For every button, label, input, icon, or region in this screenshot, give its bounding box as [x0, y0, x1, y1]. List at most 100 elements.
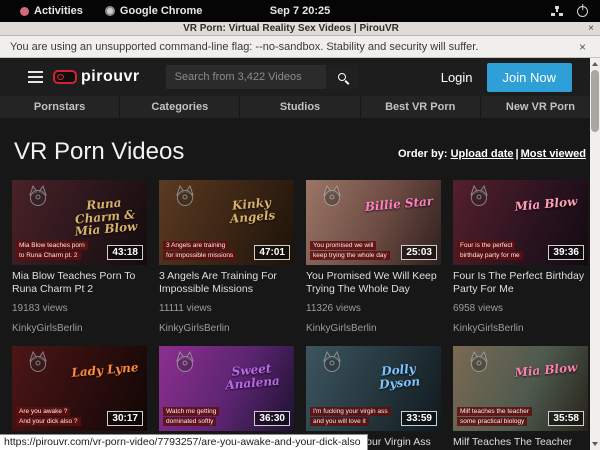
- nav-item-best-vr[interactable]: Best VR Porn: [361, 96, 481, 118]
- thumbnail-caption: You promised we will keep trying the who…: [310, 241, 390, 260]
- site-logo[interactable]: pirouvr: [53, 68, 140, 86]
- join-now-button[interactable]: Join Now: [487, 63, 572, 92]
- nav-item-categories[interactable]: Categories: [120, 96, 240, 118]
- studio-watermark-cat-mask-icon: [467, 184, 491, 208]
- video-card[interactable]: Mia Blow Four is the perfect birthday pa…: [453, 180, 588, 334]
- chrome-infobar: You are using an unsupported command-lin…: [0, 36, 600, 58]
- scroll-down-icon[interactable]: [590, 439, 600, 449]
- video-studio-link[interactable]: KinkyGirlsBerlin: [306, 323, 441, 334]
- studio-watermark-cat-mask-icon: [467, 350, 491, 374]
- order-by-label: Order by:: [398, 148, 448, 160]
- tab-title[interactable]: VR Porn: Virtual Reality Sex Videos | Pi…: [0, 23, 582, 34]
- thumbnail-overlay-title: Mia Blow: [508, 195, 585, 214]
- thumbnail-caption: Are you awake ? And your dick also ?: [16, 407, 81, 426]
- nav-item-pornstars[interactable]: Pornstars: [0, 96, 120, 118]
- video-thumbnail[interactable]: Runa Charm & Mia Blow Mia Blow teaches p…: [12, 180, 147, 265]
- thumbnail-caption: Watch me getting dominated softly: [163, 407, 219, 426]
- video-card[interactable]: Kinky Angels 3 Angels are training for i…: [159, 180, 294, 334]
- chrome-icon: [105, 6, 115, 16]
- search-input[interactable]: [166, 65, 326, 89]
- focused-app-label: Google Chrome: [120, 5, 203, 17]
- thumbnail-overlay-title: Lady Lyne: [67, 361, 144, 380]
- main-nav: Pornstars Categories Studios Best VR Por…: [0, 96, 600, 118]
- page-scrollbar[interactable]: [590, 58, 600, 450]
- video-grid: Runa Charm & Mia Blow Mia Blow teaches p…: [0, 166, 600, 450]
- power-icon[interactable]: [577, 6, 588, 17]
- thumbnail-caption: 3 Angels are training for impossible mis…: [163, 241, 236, 260]
- video-title-link[interactable]: Milf Teaches The Teacher Some Practical …: [453, 436, 588, 450]
- site-logo-text: pirouvr: [81, 68, 140, 86]
- duration-badge: 33:59: [401, 411, 437, 426]
- duration-badge: 25:03: [401, 245, 437, 260]
- video-thumbnail[interactable]: Dolly Dyson I'm fucking your virgin ass …: [306, 346, 441, 431]
- video-studio-link[interactable]: KinkyGirlsBerlin: [12, 323, 147, 334]
- video-card[interactable]: Runa Charm & Mia Blow Mia Blow teaches p…: [12, 180, 147, 334]
- search-icon: [338, 73, 346, 81]
- system-top-bar: Activities Google Chrome Sep 7 20:25: [0, 0, 600, 22]
- studio-watermark-cat-mask-icon: [320, 350, 344, 374]
- video-thumbnail[interactable]: Sweet Analena Watch me getting dominated…: [159, 346, 294, 431]
- video-card[interactable]: Mia Blow Milf teaches the teacher some p…: [453, 346, 588, 450]
- network-icon[interactable]: [551, 6, 563, 16]
- video-thumbnail[interactable]: Kinky Angels 3 Angels are training for i…: [159, 180, 294, 265]
- status-url-bubble: https://pirouvr.com/vr-porn-video/779325…: [0, 434, 368, 450]
- menu-hamburger-icon[interactable]: [28, 71, 43, 83]
- duration-badge: 43:18: [107, 245, 143, 260]
- order-by-upload-date-link[interactable]: Upload date: [451, 148, 514, 160]
- thumbnail-caption: Four is the perfect birthday party for m…: [457, 241, 523, 260]
- video-views: 11111 views: [159, 303, 294, 314]
- studio-watermark-cat-mask-icon: [320, 184, 344, 208]
- duration-badge: 30:17: [107, 411, 143, 426]
- video-views: 19183 views: [12, 303, 147, 314]
- duration-badge: 35:58: [548, 411, 584, 426]
- tab-close-icon[interactable]: ×: [582, 23, 600, 34]
- thumbnail-overlay-title: Mia Blow: [508, 361, 585, 380]
- login-link[interactable]: Login: [441, 70, 473, 85]
- video-title-link[interactable]: You Promised We Will Keep Trying The Who…: [306, 270, 441, 296]
- infobar-message: You are using an unsupported command-lin…: [10, 41, 575, 53]
- duration-badge: 47:01: [254, 245, 290, 260]
- studio-watermark-cat-mask-icon: [173, 350, 197, 374]
- thumbnail-caption: I'm fucking your virgin ass and you will…: [310, 407, 391, 426]
- activities-button[interactable]: Activities: [12, 5, 91, 17]
- video-thumbnail[interactable]: Billie Star You promised we will keep tr…: [306, 180, 441, 265]
- clock[interactable]: Sep 7 20:25: [270, 5, 331, 17]
- duration-badge: 39:36: [548, 245, 584, 260]
- nav-item-studios[interactable]: Studios: [240, 96, 360, 118]
- order-by-most-viewed-link[interactable]: Most viewed: [521, 148, 586, 160]
- order-separator: |: [514, 148, 521, 160]
- video-thumbnail[interactable]: Mia Blow Four is the perfect birthday pa…: [453, 180, 588, 265]
- studio-watermark-cat-mask-icon: [26, 184, 50, 208]
- page-title: VR Porn Videos: [14, 138, 184, 166]
- video-thumbnail[interactable]: Mia Blow Milf teaches the teacher some p…: [453, 346, 588, 431]
- thumbnail-overlay-title: Sweet Analena: [213, 361, 291, 393]
- page-viewport: pirouvr Login Join Now Pornstars Categor…: [0, 58, 600, 450]
- studio-watermark-cat-mask-icon: [173, 184, 197, 208]
- search-bar: [166, 65, 358, 89]
- activities-icon: [20, 7, 29, 16]
- thumbnail-overlay-title: Dolly Dyson: [360, 361, 438, 393]
- video-thumbnail[interactable]: Lady Lyne Are you awake ? And your dick …: [12, 346, 147, 431]
- scrollbar-thumb[interactable]: [591, 70, 599, 132]
- focused-app-menu[interactable]: Google Chrome: [97, 5, 211, 17]
- video-studio-link[interactable]: KinkyGirlsBerlin: [159, 323, 294, 334]
- thumbnail-overlay-title: Kinky Angels: [213, 195, 291, 227]
- browser-tab-bar: VR Porn: Virtual Reality Sex Videos | Pi…: [0, 22, 600, 36]
- thumbnail-overlay-title: Runa Charm & Mia Blow: [65, 195, 144, 239]
- nav-item-new-vr[interactable]: New VR Porn: [481, 96, 600, 118]
- video-views: 6958 views: [453, 303, 588, 314]
- video-title-link[interactable]: Mia Blow Teaches Porn To Runa Charm Pt 2: [12, 270, 147, 296]
- video-title-link[interactable]: 3 Angels Are Training For Impossible Mis…: [159, 270, 294, 296]
- video-title-link[interactable]: Four Is The Perfect Birthday Party For M…: [453, 270, 588, 296]
- video-card[interactable]: Billie Star You promised we will keep tr…: [306, 180, 441, 334]
- infobar-close-icon[interactable]: ×: [575, 40, 590, 54]
- scroll-up-icon[interactable]: [590, 59, 600, 69]
- duration-badge: 36:30: [254, 411, 290, 426]
- thumbnail-overlay-title: Billie Star: [361, 195, 438, 214]
- thumbnail-caption: Milf teaches the teacher some practical …: [457, 407, 532, 426]
- activities-label: Activities: [34, 5, 83, 17]
- vr-goggles-icon: [53, 70, 77, 84]
- thumbnail-caption: Mia Blow teaches porn to Runa Charm pt. …: [16, 241, 88, 260]
- search-button[interactable]: [326, 65, 358, 89]
- video-studio-link[interactable]: KinkyGirlsBerlin: [453, 323, 588, 334]
